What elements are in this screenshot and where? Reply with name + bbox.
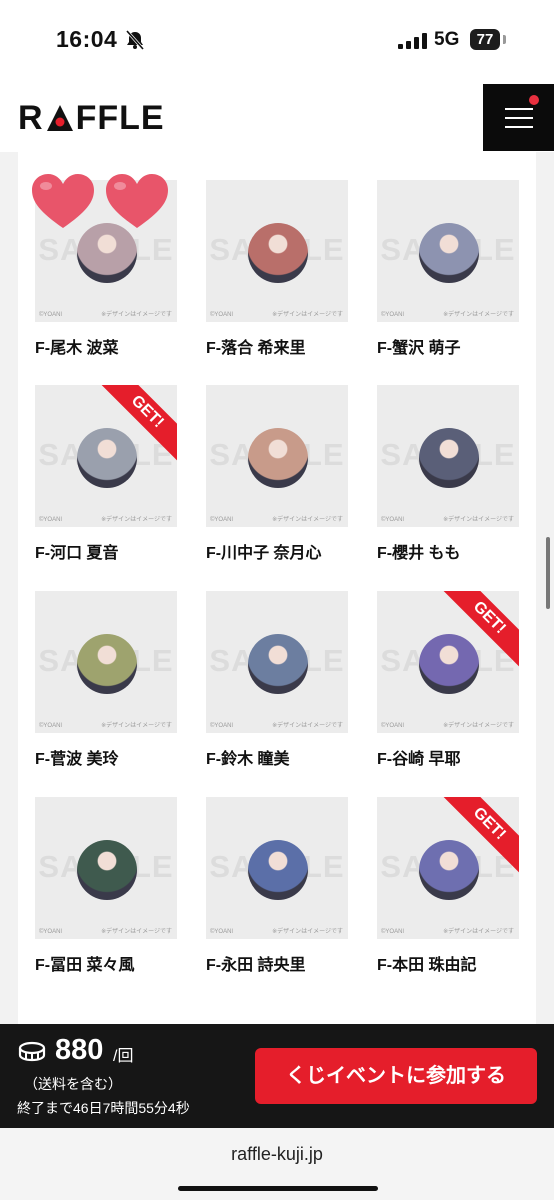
bell-muted-icon xyxy=(125,30,145,50)
prize-label[interactable]: F-鈴木 瞳美 xyxy=(206,745,290,769)
prize-tile[interactable]: SAMPLE©YOANI※デザインはイメージです xyxy=(206,797,348,939)
copyright-text: ©YOANI xyxy=(210,517,234,523)
prize-tile[interactable]: SAMPLE©YOANI※デザインはイメージです xyxy=(35,591,177,733)
raffle-logo[interactable]: R FFLE xyxy=(18,98,165,137)
copyright-text: ©YOANI xyxy=(210,723,234,729)
url-text: raffle-kuji.jp xyxy=(231,1144,323,1164)
status-time: 16:04 xyxy=(56,26,118,52)
design-disclaimer: ※デザインはイメージです xyxy=(443,723,514,729)
app-header: R FFLE xyxy=(0,80,554,152)
design-disclaimer: ※デザインはイメージです xyxy=(272,723,343,729)
prize-label[interactable]: F-尾木 波菜 xyxy=(35,334,119,358)
copyright-text: ©YOANI xyxy=(381,312,405,318)
prize-label[interactable]: F-谷崎 早耶 xyxy=(377,745,461,769)
prize-label[interactable]: F-河口 夏音 xyxy=(35,539,119,563)
copyright-text: ©YOANI xyxy=(381,723,405,729)
prize-label[interactable]: F-冨田 菜々風 xyxy=(35,951,135,975)
coin-stack-icon xyxy=(18,1041,46,1062)
design-disclaimer: ※デザインはイメージです xyxy=(272,929,343,935)
prize-tile[interactable]: SAMPLE©YOANI※デザインはイメージです xyxy=(206,385,348,527)
prize-tile[interactable]: SAMPLE©YOANI※デザインはイメージです xyxy=(377,180,519,322)
design-disclaimer: ※デザインはイメージです xyxy=(101,517,172,523)
prize-tile[interactable]: SAMPLE©YOANI※デザインはイメージです xyxy=(35,797,177,939)
badge-photo xyxy=(419,634,479,694)
shipping-note: （送料を含む） xyxy=(24,1076,122,1092)
hamburger-menu-button[interactable] xyxy=(483,84,554,151)
badge-photo xyxy=(77,223,137,283)
design-disclaimer: ※デザインはイメージです xyxy=(101,312,172,318)
network-label: 5G xyxy=(434,29,460,50)
badge-photo xyxy=(419,223,479,283)
scrollbar[interactable] xyxy=(546,537,550,609)
badge-photo xyxy=(248,840,308,900)
status-bar: 16:04 5G 77 xyxy=(0,0,554,80)
prize-label[interactable]: F-蟹沢 萌子 xyxy=(377,334,461,358)
price-unit: /回 xyxy=(113,1048,134,1065)
battery-tip xyxy=(503,35,506,44)
heart-icon xyxy=(106,174,168,228)
badge-photo xyxy=(419,840,479,900)
menu-bar-icon xyxy=(505,108,533,110)
price: 880 xyxy=(55,1034,104,1066)
badge-photo xyxy=(248,634,308,694)
copyright-text: ©YOANI xyxy=(381,517,405,523)
design-disclaimer: ※デザインはイメージです xyxy=(443,929,514,935)
prize-label[interactable]: F-川中子 奈月心 xyxy=(206,539,322,563)
join-raffle-button[interactable]: くじイベントに参加する xyxy=(255,1048,537,1104)
logo-a-icon xyxy=(46,105,73,131)
badge-photo xyxy=(77,634,137,694)
badge-photo xyxy=(77,840,137,900)
design-disclaimer: ※デザインはイメージです xyxy=(272,517,343,523)
prize-label[interactable]: F-永田 詩央里 xyxy=(206,951,306,975)
design-disclaimer: ※デザインはイメージです xyxy=(101,723,172,729)
home-indicator[interactable] xyxy=(178,1186,378,1191)
prize-tile[interactable]: SAMPLE©YOANI※デザインはイメージですGET! xyxy=(377,797,519,939)
design-disclaimer: ※デザインはイメージです xyxy=(443,517,514,523)
heart-icon xyxy=(32,174,94,228)
copyright-text: ©YOANI xyxy=(381,929,405,935)
badge-photo xyxy=(77,428,137,488)
copyright-text: ©YOANI xyxy=(39,723,63,729)
prize-tile[interactable]: SAMPLE©YOANI※デザインはイメージですGET! xyxy=(35,385,177,527)
menu-bar-icon xyxy=(505,126,533,128)
prize-tile[interactable]: SAMPLE©YOANI※デザインはイメージです xyxy=(377,385,519,527)
copyright-text: ©YOANI xyxy=(39,517,63,523)
design-disclaimer: ※デザインはイメージです xyxy=(443,312,514,318)
copyright-text: ©YOANI xyxy=(39,929,63,935)
copyright-text: ©YOANI xyxy=(210,312,234,318)
signal-icon xyxy=(398,33,427,49)
time-remaining: 終了まで46日7時間55分4秒 xyxy=(17,1100,190,1116)
copyright-text: ©YOANI xyxy=(210,929,234,935)
prize-label[interactable]: F-菅波 美玲 xyxy=(35,745,119,769)
battery-icon: 77 xyxy=(470,29,500,50)
prize-label[interactable]: F-櫻井 もも xyxy=(377,539,461,563)
design-disclaimer: ※デザインはイメージです xyxy=(101,929,172,935)
prize-tile[interactable]: SAMPLE©YOANI※デザインはイメージですGET! xyxy=(377,591,519,733)
badge-photo xyxy=(248,428,308,488)
copyright-text: ©YOANI xyxy=(39,312,63,318)
prize-label[interactable]: F-本田 珠由記 xyxy=(377,951,477,975)
prize-tile[interactable]: SAMPLE©YOANI※デザインはイメージです xyxy=(206,180,348,322)
logo-text-start: R xyxy=(18,98,44,137)
badge-photo xyxy=(248,223,308,283)
notification-dot xyxy=(529,95,539,105)
design-disclaimer: ※デザインはイメージです xyxy=(272,312,343,318)
prize-tile[interactable]: SAMPLE©YOANI※デザインはイメージです xyxy=(206,591,348,733)
logo-text-end: FFLE xyxy=(75,98,165,137)
prize-label[interactable]: F-落合 希来里 xyxy=(206,334,306,358)
menu-bar-icon xyxy=(505,117,533,119)
badge-photo xyxy=(419,428,479,488)
